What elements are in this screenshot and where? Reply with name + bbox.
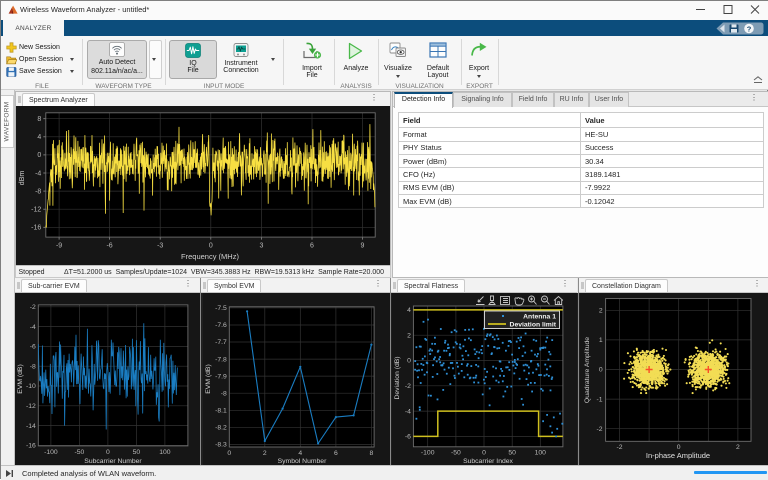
svg-text:-8: -8 (221, 390, 227, 397)
svg-text:-7.9: -7.9 (215, 373, 227, 380)
svg-text:2: 2 (599, 308, 603, 315)
svg-text:-10: -10 (26, 383, 36, 390)
svg-text:-9: -9 (56, 243, 62, 250)
svg-text:In-phase Amplitude: In-phase Amplitude (646, 451, 710, 460)
svg-text:0: 0 (677, 444, 681, 451)
svg-text:2: 2 (407, 332, 411, 339)
svg-text:Quadrature Amplitude: Quadrature Amplitude (584, 337, 591, 403)
svg-text:EVM (dB): EVM (dB) (205, 364, 212, 393)
svg-text:-50: -50 (451, 450, 461, 457)
svg-text:0: 0 (407, 358, 411, 365)
svg-text:-16: -16 (26, 443, 36, 450)
svg-text:-7.6: -7.6 (215, 322, 227, 329)
svg-text:WAVEFORM: WAVEFORM (4, 102, 11, 142)
svg-text:-12: -12 (31, 207, 41, 214)
svg-text:-100: -100 (44, 449, 58, 456)
svg-text:2: 2 (736, 444, 740, 451)
svg-text:-4: -4 (30, 324, 36, 331)
svg-text:6: 6 (334, 450, 338, 457)
svg-text:-6: -6 (405, 434, 411, 441)
svg-text:-2: -2 (616, 444, 622, 451)
svg-text:4: 4 (407, 307, 411, 314)
svg-text:1: 1 (599, 337, 603, 344)
svg-text:-8.2: -8.2 (215, 425, 227, 432)
svg-text:Deviation (dB): Deviation (dB) (394, 356, 401, 399)
svg-text:50: 50 (508, 450, 516, 457)
svg-text:-100: -100 (421, 450, 435, 457)
svg-text:Deviation limit: Deviation limit (510, 322, 557, 329)
svg-text:-16: -16 (31, 225, 41, 232)
svg-text:-7.8: -7.8 (215, 356, 227, 363)
svg-text:4: 4 (37, 134, 41, 141)
svg-text:-8: -8 (30, 363, 36, 370)
svg-text:100: 100 (535, 450, 547, 457)
svg-text:6: 6 (310, 243, 314, 250)
svg-text:2: 2 (263, 450, 267, 457)
svg-text:-50: -50 (74, 449, 84, 456)
svg-text:-7.5: -7.5 (215, 305, 227, 312)
svg-text:0: 0 (209, 243, 213, 250)
svg-text:-7.7: -7.7 (215, 339, 227, 346)
svg-text:-6: -6 (106, 243, 112, 250)
svg-text:8: 8 (37, 116, 41, 123)
svg-text:-8: -8 (35, 188, 41, 195)
svg-text:-4: -4 (405, 408, 411, 415)
svg-text:-8.3: -8.3 (215, 442, 227, 449)
svg-text:-2: -2 (405, 383, 411, 390)
svg-text:50: 50 (133, 449, 141, 456)
svg-text:Frequency (MHz): Frequency (MHz) (181, 252, 239, 261)
svg-text:Symbol Number: Symbol Number (278, 458, 327, 465)
svg-text:-8.1: -8.1 (215, 408, 227, 415)
svg-text:0: 0 (37, 152, 41, 159)
svg-text:-14: -14 (26, 423, 36, 430)
svg-text:-2: -2 (30, 304, 36, 311)
svg-text:-6: -6 (30, 344, 36, 351)
svg-text:Subcarrier Index: Subcarrier Index (463, 458, 513, 465)
svg-text:0: 0 (227, 450, 231, 457)
svg-text:?: ? (747, 24, 752, 33)
svg-text:4: 4 (298, 450, 302, 457)
svg-text:Subcarrier Number: Subcarrier Number (84, 458, 142, 465)
svg-text:-3: -3 (157, 243, 163, 250)
svg-text:8: 8 (370, 450, 374, 457)
svg-text:0: 0 (482, 450, 486, 457)
svg-text:100: 100 (159, 449, 171, 456)
svg-text:3: 3 (259, 243, 263, 250)
svg-text:0: 0 (106, 449, 110, 456)
svg-text:-1: -1 (597, 396, 603, 403)
svg-text:dBm: dBm (19, 171, 26, 186)
svg-text:0: 0 (599, 367, 603, 374)
svg-text:-12: -12 (26, 403, 36, 410)
svg-text:-4: -4 (35, 170, 41, 177)
svg-text:Antenna 1: Antenna 1 (523, 314, 556, 321)
svg-text:-2: -2 (597, 426, 603, 433)
svg-text:EVM (dB): EVM (dB) (17, 364, 24, 393)
svg-text:9: 9 (361, 243, 365, 250)
